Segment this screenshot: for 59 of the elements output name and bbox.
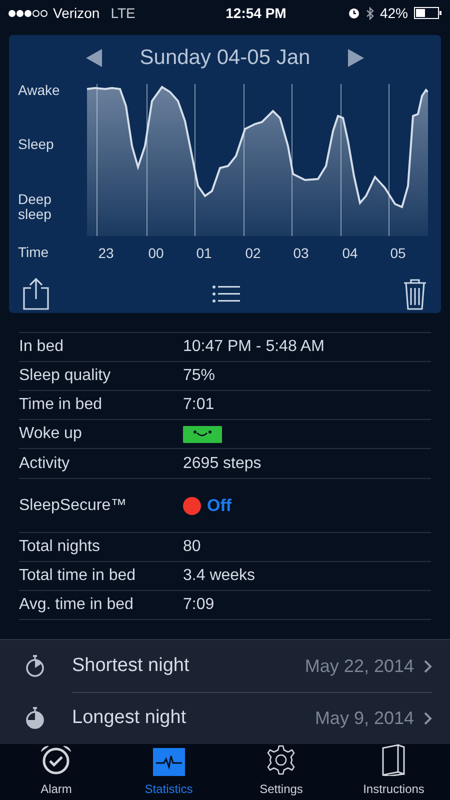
record-date: May 9, 2014 (314, 707, 414, 730)
chevron-icon (424, 712, 432, 725)
y-axis-label: Awake (18, 83, 61, 98)
stat-value: 7:09 (183, 595, 214, 615)
time-tick-label: 01 (196, 244, 212, 263)
time-tick-label: 03 (293, 244, 309, 263)
network-type: LTE (110, 4, 136, 22)
stat-value: 7:01 (183, 395, 214, 415)
tab[interactable]: Settings (225, 744, 338, 800)
stopwatch-icon (24, 655, 46, 677)
record-row[interactable]: Shortest night May 22, 2014 (0, 640, 450, 692)
time-tick-label: 05 (390, 244, 406, 263)
time-tick-label: 04 (342, 244, 358, 263)
time-tick-label: 23 (98, 244, 114, 263)
y-axis-label: Sleep (18, 137, 55, 152)
battery-percent: 42% (380, 4, 408, 22)
record-label: Shortest night (72, 654, 190, 678)
sleep-secure-toggle[interactable]: Off (207, 492, 232, 518)
stat-label: Woke up (19, 424, 83, 444)
stats-tab-icon (152, 748, 185, 776)
tab[interactable]: Instructions (338, 744, 450, 800)
stopwatch-icon (24, 707, 46, 729)
bluetooth-icon (366, 6, 374, 20)
battery-icon (414, 7, 442, 19)
stat-value: 80 (183, 537, 201, 557)
y-axis-label: Deep sleep (18, 192, 52, 222)
tab[interactable]: Alarm (0, 744, 112, 800)
settings-tab-icon (265, 744, 298, 776)
stat-value: 75% (183, 366, 216, 386)
stat-value: 2695 steps (183, 454, 262, 474)
alarm-icon (348, 7, 360, 19)
time-tick-label: 00 (148, 244, 164, 263)
stat-label: Time in bed (19, 395, 103, 415)
stat-value: 3.4 weeks (183, 566, 256, 586)
stat-label: Total nights (19, 537, 101, 557)
stat-label: Activity (19, 454, 71, 474)
list-icon[interactable] (212, 285, 240, 303)
x-axis-label: Time (17, 242, 50, 262)
stat-label: SleepSecure™ (19, 496, 128, 516)
trash-icon[interactable] (403, 278, 427, 310)
signal-icon (8, 8, 48, 18)
tab[interactable]: Statistics (112, 744, 225, 800)
stat-label: Sleep quality (19, 366, 112, 386)
alarm-tab-icon (39, 744, 74, 776)
book-tab-icon (380, 744, 407, 776)
stat-value: 10:47 PM - 5:48 AM (183, 337, 324, 357)
stat-label: Avg. time in bed (19, 595, 134, 615)
clock: 12:54 PM (226, 4, 286, 22)
stat-label: In bed (19, 337, 64, 357)
stat-label: Total time in bed (19, 566, 137, 586)
date-title: Sunday 04-05 Jan (140, 45, 310, 72)
chevron-icon (424, 660, 432, 672)
next-day-button[interactable] (346, 48, 366, 68)
share-icon[interactable] (23, 278, 49, 310)
time-tick-label: 02 (245, 244, 261, 263)
carrier-name: Verizon (53, 4, 100, 22)
record-label: Longest night (72, 706, 188, 730)
record-date: May 22, 2014 (304, 654, 414, 678)
previous-day-button[interactable] (84, 48, 104, 68)
